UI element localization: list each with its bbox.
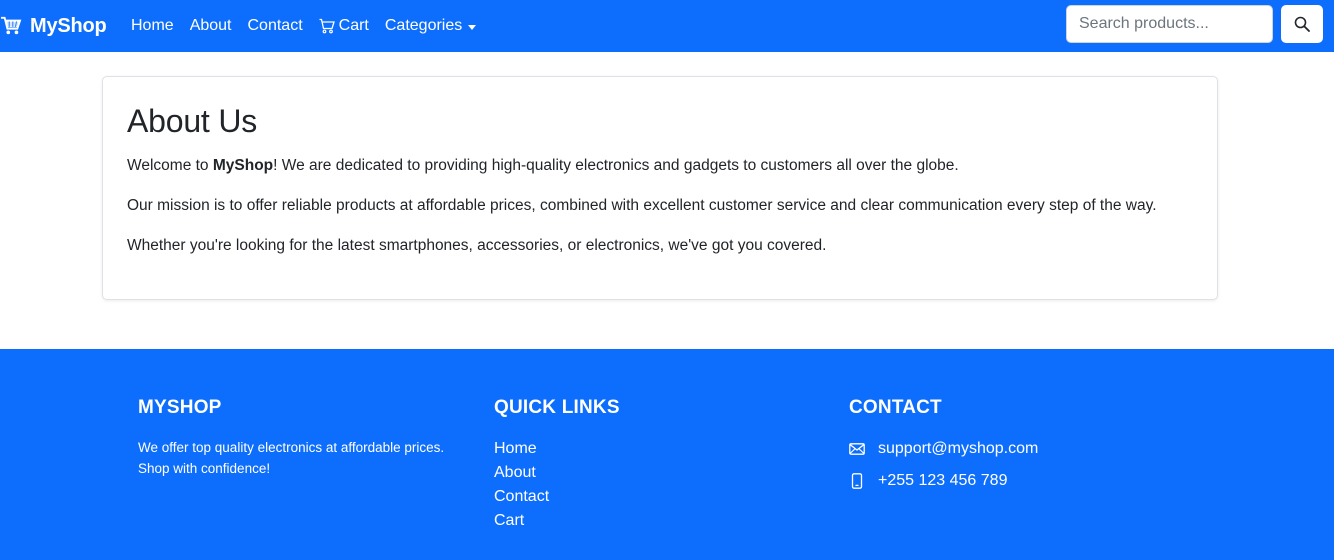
search-input[interactable] — [1066, 5, 1273, 43]
nav-link-cart[interactable]: Cart — [311, 17, 377, 35]
search-icon — [1294, 16, 1310, 32]
footer-brand-heading: MyShop — [138, 397, 222, 418]
envelope-icon — [849, 443, 865, 455]
contact-phone: +255 123 456 789 — [878, 472, 1008, 489]
cart-label: Cart — [338, 17, 369, 34]
footer-link-home[interactable]: Home — [494, 437, 620, 461]
contact-email: support@myshop.com — [878, 440, 1039, 457]
footer-link-cart[interactable]: Cart — [494, 509, 620, 533]
footer-brand-description: We offer top quality electronics at affo… — [138, 440, 445, 476]
about-card: About Us Welcome to MyShop! We are dedic… — [102, 76, 1218, 300]
nav-link-home[interactable]: Home — [123, 17, 182, 35]
search-button[interactable] — [1281, 5, 1323, 43]
nav-links: Home About Contact Cart Categories — [123, 0, 484, 52]
footer-contact-heading: Contact — [849, 397, 942, 418]
footer-contact-column: Contact support@myshop.com +255 123 456 … — [849, 397, 1038, 501]
page-title: About Us — [127, 103, 258, 139]
about-paragraph-welcome: Welcome to MyShop! We are dedicated to p… — [127, 154, 1193, 178]
footer: MyShop We offer top quality electronics … — [0, 349, 1334, 560]
brand-link[interactable]: MyShop — [0, 0, 107, 52]
categories-label: Categories — [384, 17, 463, 34]
footer-quick-links-column: Quick Links Home About Contact Cart — [494, 397, 620, 533]
contact-phone-row: +255 123 456 789 — [849, 469, 1038, 493]
phone-icon — [851, 473, 863, 489]
nav-link-contact[interactable]: Contact — [240, 17, 311, 35]
about-paragraph-coverage: Whether you're looking for the latest sm… — [127, 237, 827, 254]
shopping-cart-logo-icon — [0, 16, 22, 35]
welcome-brand: MyShop — [212, 157, 274, 174]
footer-link-contact[interactable]: Contact — [494, 485, 620, 509]
nav-link-about[interactable]: About — [182, 17, 240, 35]
footer-brand-column: MyShop We offer top quality electronics … — [138, 397, 468, 479]
about-paragraph-mission: Our mission is to offer reliable product… — [127, 197, 1157, 214]
footer-quick-links-heading: Quick Links — [494, 397, 620, 418]
navbar: MyShop Home About Contact Cart Categorie… — [0, 0, 1334, 52]
cart-icon — [319, 18, 335, 34]
caret-down-icon — [468, 24, 477, 30]
welcome-suffix: ! We are dedicated to providing high-qua… — [273, 157, 959, 174]
footer-link-about[interactable]: About — [494, 461, 620, 485]
brand-name: MyShop — [30, 14, 107, 37]
categories-dropdown[interactable]: Categories — [377, 17, 484, 35]
welcome-prefix: Welcome to — [127, 157, 213, 174]
contact-email-row: support@myshop.com — [849, 437, 1038, 461]
